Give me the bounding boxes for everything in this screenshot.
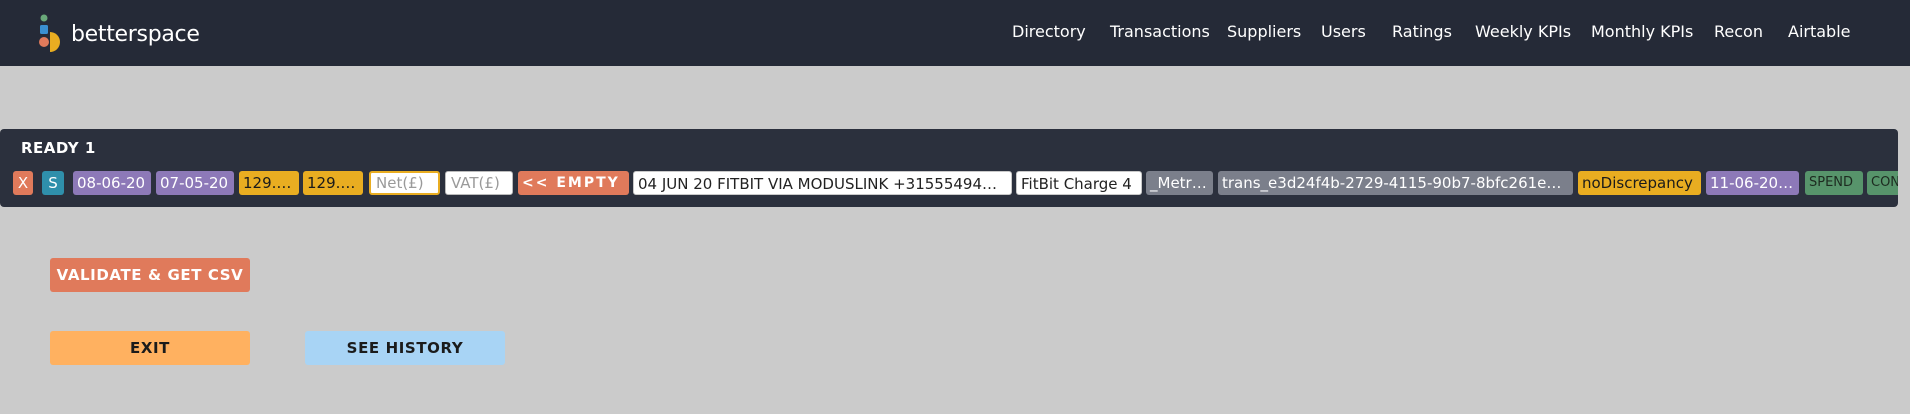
conf-chip: CONF <box>1867 171 1898 195</box>
brand-name: betterspace <box>71 22 200 47</box>
empty-action-button[interactable]: << EMPTY <box>518 171 629 195</box>
transaction-id-chip: trans_e3d24f4b-2729-4115-90b7-8bfc261eac… <box>1218 171 1573 195</box>
nav-item-ratings[interactable]: Ratings <box>1392 22 1452 41</box>
category-chip: _Metr… <box>1146 171 1213 195</box>
split-button[interactable]: S <box>42 171 64 195</box>
description-field[interactable]: 04 JUN 20 FITBIT VIA MODUSLINK +31555494… <box>633 171 1012 195</box>
nav-item-recon[interactable]: Recon <box>1714 22 1763 41</box>
vat-amount-input[interactable] <box>445 171 513 195</box>
brand-logo[interactable]: betterspace <box>38 14 200 52</box>
discrepancy-chip: noDiscrepancy <box>1578 171 1701 195</box>
nav-item-suppliers[interactable]: Suppliers <box>1227 22 1301 41</box>
date-chip: 11-06-2020 <box>1706 171 1799 195</box>
nav-item-weekly-kpis[interactable]: Weekly KPIs <box>1475 22 1571 41</box>
nav-item-directory[interactable]: Directory <box>1012 22 1086 41</box>
nav-item-monthly-kpis[interactable]: Monthly KPIs <box>1591 22 1693 41</box>
amount-chip: 129.99 <box>239 171 299 195</box>
transaction-row-panel: READY 1 X S 08-06-20 07-05-20 129.99 129… <box>0 129 1898 207</box>
top-navbar: betterspace Directory Transactions Suppl… <box>0 0 1910 66</box>
nav-item-airtable[interactable]: Airtable <box>1788 22 1851 41</box>
nav-item-transactions[interactable]: Transactions <box>1110 22 1210 41</box>
remove-row-button[interactable]: X <box>13 171 33 195</box>
date-chip: 08-06-20 <box>73 171 151 195</box>
exit-button[interactable]: EXIT <box>50 331 250 365</box>
nav-item-users[interactable]: Users <box>1321 22 1366 41</box>
see-history-button[interactable]: SEE HISTORY <box>305 331 505 365</box>
validate-csv-button[interactable]: VALIDATE & GET CSV <box>50 258 250 292</box>
spend-chip: SPEND <box>1805 171 1863 195</box>
date-chip: 07-05-20 <box>156 171 234 195</box>
net-amount-input[interactable] <box>369 171 440 195</box>
product-field[interactable]: FitBit Charge 4 <box>1016 171 1142 195</box>
amount-chip: 129.99 <box>303 171 363 195</box>
row-status-title: READY 1 <box>21 139 96 157</box>
logo-mark-icon <box>39 14 60 52</box>
